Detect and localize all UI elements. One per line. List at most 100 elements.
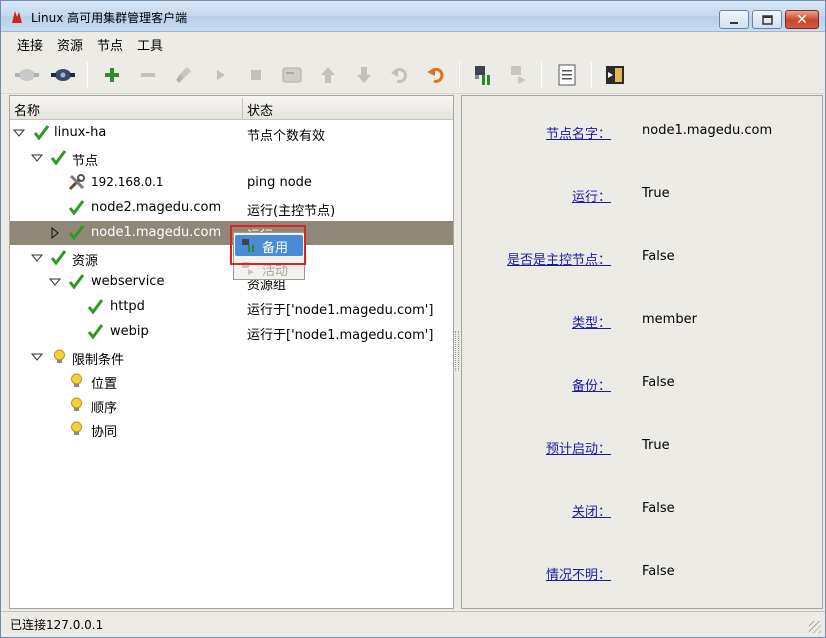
annotation-highlight-box: [230, 225, 306, 265]
tree-row-webip[interactable]: webip 运行于['node1.magedu.com']: [10, 320, 453, 344]
splitter-grip[interactable]: [455, 331, 459, 371]
cluster-tree-panel: 名称 状态 linux-ha 节点个数有效 节点 192.168.0.1 pin…: [9, 95, 454, 609]
column-status-header[interactable]: 状态: [247, 100, 273, 119]
properties-panel: 节点名字： node1.magedu.com 运行： True 是否是主控节点：…: [461, 95, 823, 609]
toolbar-separator: [459, 62, 460, 88]
prop-value-node-name: node1.magedu.com: [642, 123, 773, 138]
tree-label: 192.168.0.1: [91, 175, 164, 189]
undo-button[interactable]: [387, 62, 413, 88]
play-icon: [217, 70, 225, 80]
tree-row-linux-ha[interactable]: linux-ha 节点个数有效: [10, 121, 453, 145]
menu-resources[interactable]: 资源: [57, 35, 83, 54]
stop-button[interactable]: [243, 62, 269, 88]
tree-row-httpd[interactable]: httpd 运行于['node1.magedu.com']: [10, 295, 453, 319]
cleanup-button[interactable]: [171, 62, 197, 88]
prop-value-unclean: False: [642, 564, 675, 579]
terminal-icon: [282, 67, 302, 83]
move-down-button[interactable]: [351, 62, 377, 88]
chevron-down-icon[interactable]: [12, 126, 26, 140]
check-icon: [33, 125, 50, 141]
resize-grip[interactable]: [809, 621, 821, 633]
log-button[interactable]: [554, 62, 580, 88]
connect-button[interactable]: [14, 62, 40, 88]
tree-row-location[interactable]: 位置: [10, 369, 453, 393]
prop-label-is-dc[interactable]: 是否是主控节点：: [507, 249, 611, 268]
start-button[interactable]: [207, 62, 233, 88]
plug-disconnect-icon: [51, 69, 75, 81]
document-icon: [558, 64, 576, 86]
tree-row-webservice[interactable]: webservice 资源组: [10, 270, 453, 294]
minimize-icon: [730, 21, 738, 24]
tree-row-node2[interactable]: node2.magedu.com 运行(主控节点): [10, 196, 453, 220]
undo-grey-icon: [391, 68, 407, 83]
tree-row-colocation[interactable]: 协同: [10, 417, 453, 441]
add-button[interactable]: [99, 62, 125, 88]
check-icon: [68, 200, 85, 216]
minus-icon: [141, 73, 155, 77]
prop-value-running: True: [642, 186, 670, 201]
tree-label: 资源: [72, 254, 99, 269]
toolbar: [1, 54, 825, 94]
column-divider[interactable]: [242, 98, 243, 118]
maximize-button[interactable]: [752, 10, 782, 29]
tree-label: webip: [110, 324, 149, 339]
menu-bar: 连接 资源 节点 工具: [1, 32, 825, 54]
check-icon: [87, 324, 104, 340]
prop-label-shutdown[interactable]: 关闭：: [572, 501, 611, 520]
heartbeat-app-icon: [12, 11, 22, 23]
menu-connect[interactable]: 连接: [17, 35, 43, 54]
prop-value-shutdown: False: [642, 501, 675, 516]
check-icon: [50, 150, 67, 166]
prop-label-expected-up[interactable]: 预计启动：: [546, 438, 611, 457]
menu-tools[interactable]: 工具: [137, 35, 163, 54]
bulb-icon: [71, 397, 82, 411]
move-up-button[interactable]: [315, 62, 341, 88]
tree-status: ping node: [247, 175, 312, 190]
prop-label-type[interactable]: 类型：: [572, 312, 611, 331]
chevron-down-icon[interactable]: [30, 350, 44, 364]
prop-value-type: member: [642, 312, 697, 327]
status-bar: 已连接127.0.0.1: [1, 611, 825, 637]
chevron-down-icon[interactable]: [30, 251, 44, 265]
active-node-icon: [511, 66, 526, 84]
remove-button[interactable]: [135, 62, 161, 88]
default-button[interactable]: [279, 62, 305, 88]
undo-orange-icon: [427, 67, 444, 83]
disconnect-button[interactable]: [50, 62, 76, 88]
stop-icon: [251, 70, 261, 80]
tree-label: 节点: [72, 154, 99, 169]
bulb-icon: [54, 349, 65, 363]
tree-label: 协同: [91, 425, 118, 440]
prop-label-standby[interactable]: 备份：: [572, 375, 611, 394]
plug-connect-icon: [15, 69, 39, 81]
prop-value-is-dc: False: [642, 249, 675, 264]
close-button[interactable]: ✕: [785, 10, 819, 29]
prop-label-node-name[interactable]: 节点名字：: [546, 123, 611, 142]
tree-row-order[interactable]: 顺序: [10, 393, 453, 417]
column-name-header[interactable]: 名称: [14, 100, 40, 119]
exit-door-icon: [606, 66, 624, 84]
tree-row-ping-node[interactable]: 192.168.0.1 ping node: [10, 171, 453, 195]
chevron-right-icon[interactable]: [48, 226, 62, 240]
tree-row-nodes[interactable]: 节点: [10, 146, 453, 170]
toolbar-separator: [541, 62, 542, 88]
check-icon: [68, 225, 85, 241]
standby-button[interactable]: [469, 62, 495, 88]
refresh-button[interactable]: [423, 62, 449, 88]
prop-label-running[interactable]: 运行：: [572, 186, 611, 205]
chevron-down-icon[interactable]: [30, 151, 44, 165]
app-window: Linux 高可用集群管理客户端 ✕ 连接 资源 节点 工具 名称 状态 lin…: [0, 0, 826, 638]
bulb-icon: [71, 421, 82, 435]
tree-status: 运行(主控节点): [247, 204, 336, 219]
tree-row-constraints[interactable]: 限制条件: [10, 345, 453, 369]
active-button[interactable]: [505, 62, 531, 88]
title-bar[interactable]: Linux 高可用集群管理客户端 ✕: [1, 1, 825, 32]
arrow-down-icon: [357, 67, 371, 83]
prop-value-expected-up: True: [642, 438, 670, 453]
prop-label-unclean[interactable]: 情况不明：: [546, 564, 611, 583]
menu-nodes[interactable]: 节点: [97, 35, 123, 54]
minimize-button[interactable]: [719, 10, 749, 29]
tree-status: 运行于['node1.magedu.com']: [247, 328, 434, 343]
exit-button[interactable]: [602, 62, 628, 88]
chevron-down-icon[interactable]: [48, 275, 62, 289]
